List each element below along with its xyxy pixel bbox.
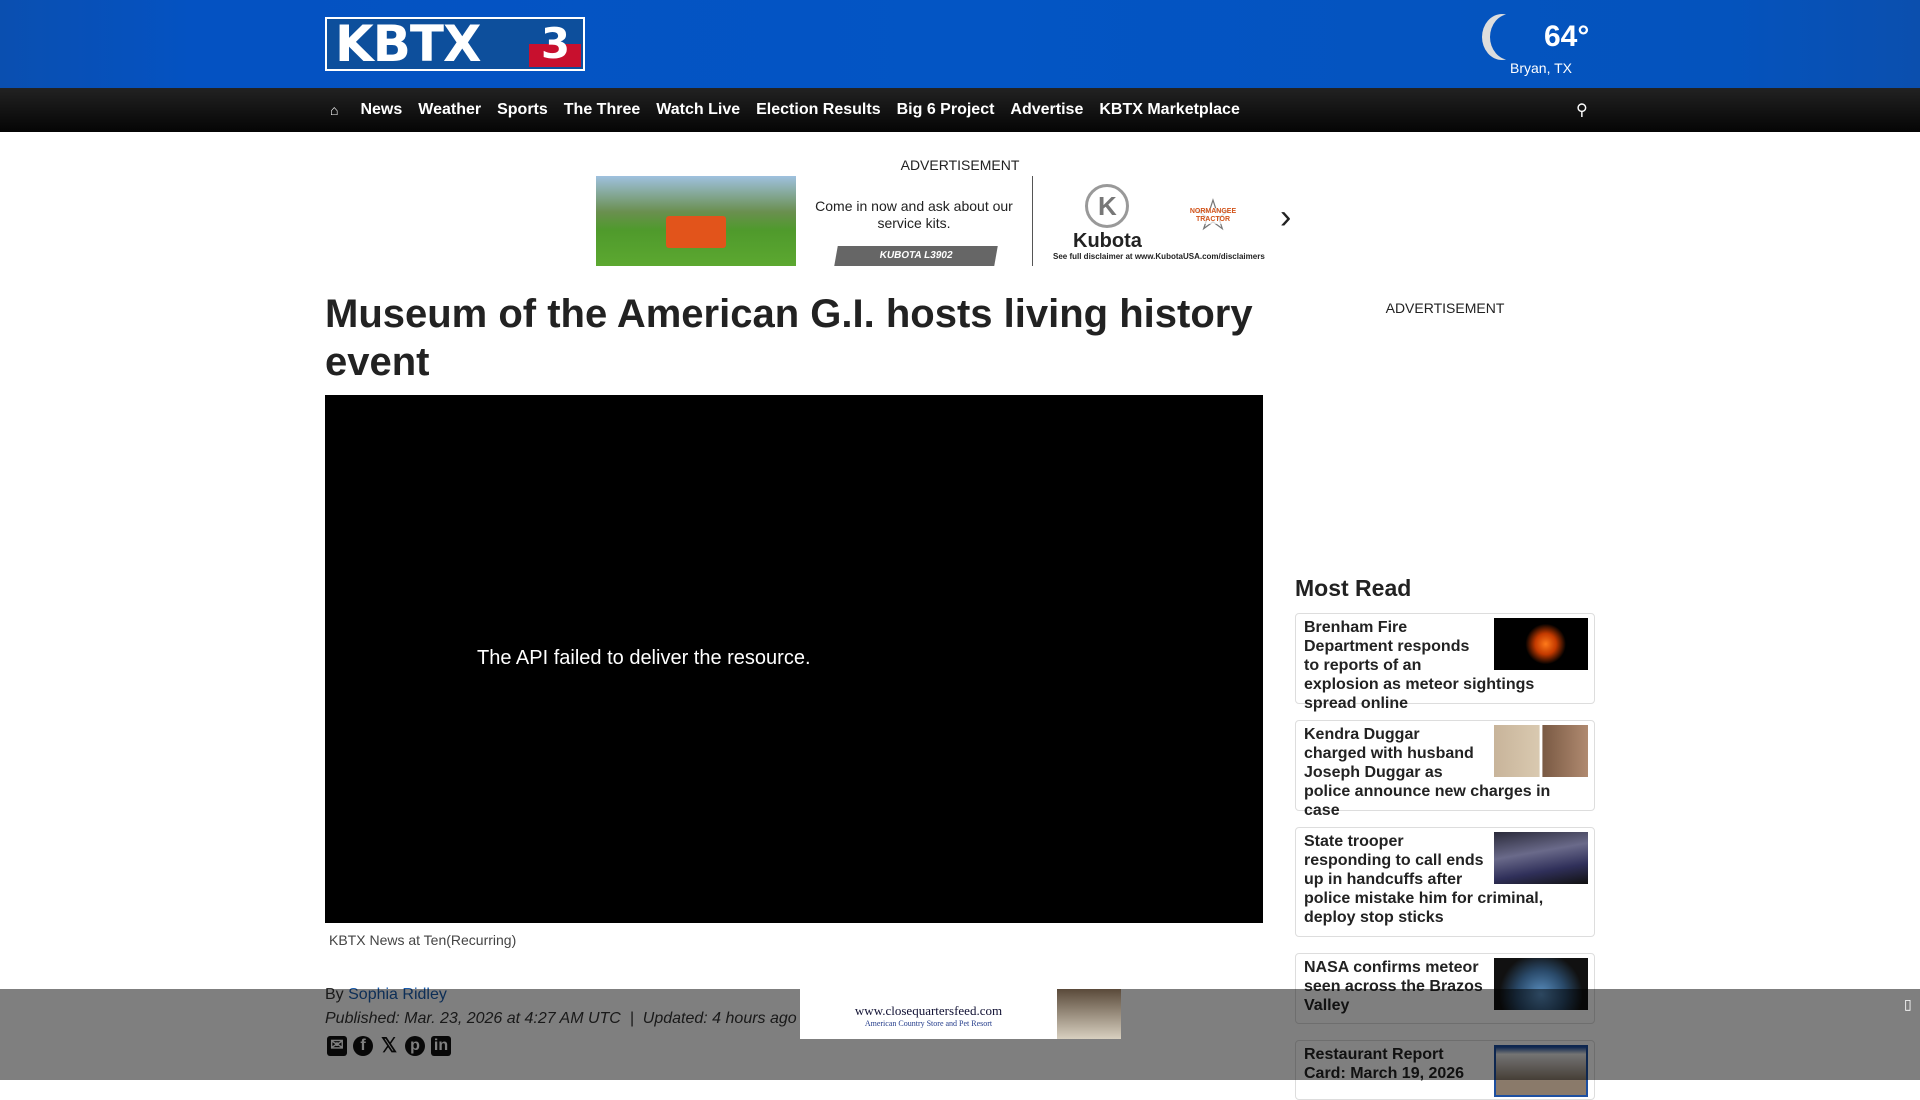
moon-cloud-icon — [1490, 14, 1530, 60]
most-read-item[interactable]: Kendra Duggar charged with husband Josep… — [1295, 720, 1595, 819]
ad-label: ADVERTISEMENT — [900, 157, 1020, 173]
dog-image — [1057, 989, 1121, 1039]
nav-watch-live[interactable]: Watch Live — [656, 101, 740, 119]
weather-location: Bryan, TX — [1510, 60, 1572, 76]
home-icon[interactable]: ⌂ — [330, 102, 338, 118]
ad-text: Come in now and ask about our service ki… — [815, 198, 1013, 231]
dealer-star-logo: ☆ NORMANGEE TRACTOR — [1183, 186, 1243, 246]
thumbnail — [1494, 618, 1588, 670]
weather-widget[interactable]: 64° Bryan, TX — [1488, 12, 1598, 78]
nav-sports[interactable]: Sports — [497, 101, 548, 119]
dealer-name: NORMANGEE TRACTOR — [1183, 208, 1243, 224]
ad-disclaimer: See full disclaimer at www.KubotaUSA.com… — [1053, 252, 1265, 261]
nav-kbtx-marketplace[interactable]: KBTX Marketplace — [1099, 101, 1240, 119]
tractor-image — [596, 176, 796, 266]
thumbnail — [1494, 832, 1588, 884]
site-header: KBTX 3 64° Bryan, TX — [0, 0, 1920, 88]
most-read-item[interactable]: Brenham Fire Department responds to repo… — [1295, 613, 1595, 712]
sidebar-ad-label: ADVERTISEMENT — [1385, 300, 1505, 316]
banner-ad[interactable]: Come in now and ask about our service ki… — [596, 176, 1312, 266]
kbtx-logo[interactable]: KBTX 3 — [325, 15, 585, 73]
main-nav: ⌂ News Weather Sports The Three Watch Li… — [0, 88, 1920, 132]
nav-the-three[interactable]: The Three — [564, 101, 640, 119]
sticky-bottom-ad[interactable]: www.closequartersfeed.com American Countr… — [800, 989, 1121, 1039]
most-read-heading: Most Read — [1295, 575, 1412, 601]
ad-cta-button[interactable]: KUBOTA L3902 — [834, 246, 998, 266]
sticky-ad-url: www.closequartersfeed.com — [854, 1003, 1003, 1018]
nav-news[interactable]: News — [360, 101, 402, 119]
sticky-ad-store: American Country Store and Pet Resort — [864, 1019, 993, 1028]
video-caption: KBTX News at Ten(Recurring) — [329, 932, 517, 948]
article-title: Museum of the American G.I. hosts living… — [325, 292, 1253, 384]
thumbnail — [1494, 725, 1588, 777]
nav-big-6-project[interactable]: Big 6 Project — [897, 101, 995, 119]
nav-advertise[interactable]: Advertise — [1010, 101, 1083, 119]
temperature: 64° — [1544, 20, 1590, 53]
close-icon[interactable]: ▯ — [1904, 996, 1912, 1013]
video-error: The API failed to deliver the resource. — [477, 647, 811, 669]
nav-weather[interactable]: Weather — [418, 101, 481, 119]
most-read-item[interactable]: State trooper responding to call ends up… — [1295, 827, 1595, 937]
kubota-logo: K Kubota — [1073, 184, 1142, 253]
ad-next-arrow-icon[interactable]: › — [1280, 198, 1291, 237]
video-player[interactable]: The API failed to deliver the resource. — [325, 395, 1263, 923]
search-icon[interactable]: ⚲ — [1576, 100, 1588, 120]
nav-election-results[interactable]: Election Results — [756, 101, 880, 119]
